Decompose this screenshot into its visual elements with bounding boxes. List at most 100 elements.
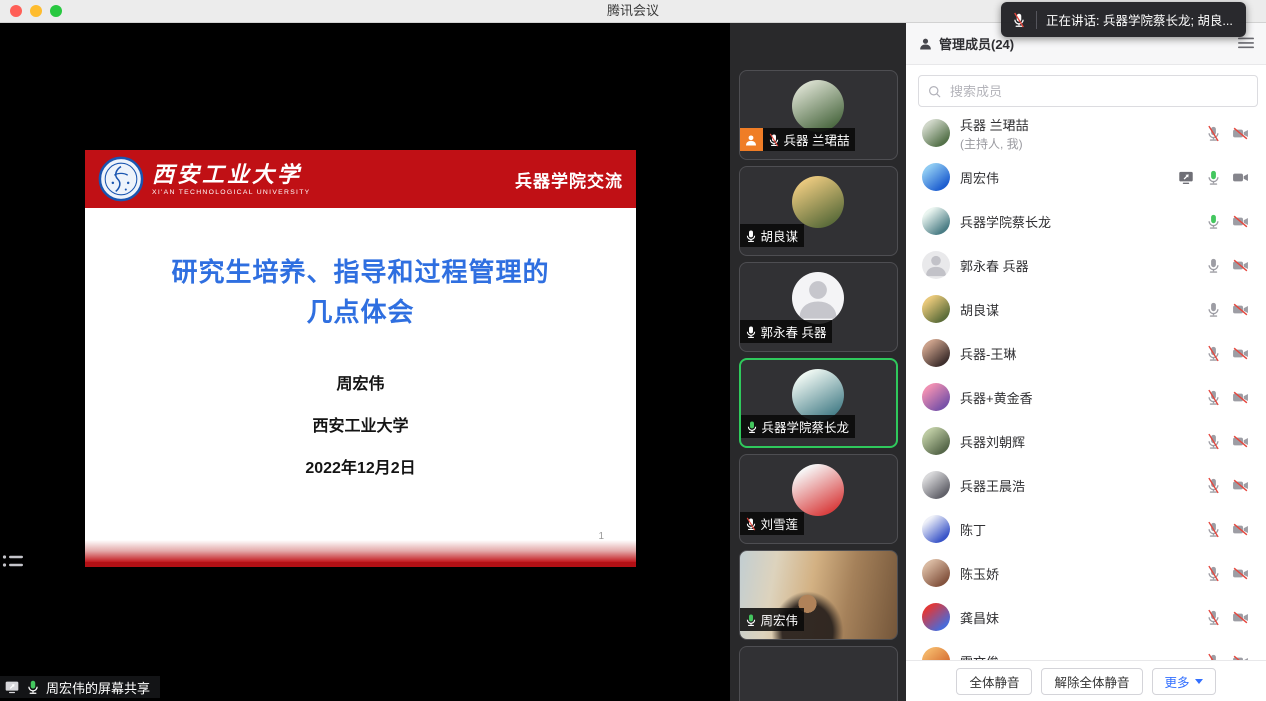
annotation-toolbar-icon[interactable] (2, 553, 28, 571)
video-tile[interactable]: 郭永春 兵器 (739, 262, 898, 352)
participant-row[interactable]: 胡良谋 (906, 287, 1266, 331)
tile-name-label: 兵器 兰珺喆 (763, 128, 856, 151)
avatar (792, 80, 844, 132)
slide-header-right: 兵器学院交流 (515, 167, 623, 192)
avatar (922, 119, 950, 147)
video-tile[interactable] (739, 646, 898, 701)
camera-off-icon[interactable] (1231, 653, 1250, 661)
video-tile[interactable]: 周宏伟 (739, 550, 898, 640)
tile-name-label: 兵器学院蔡长龙 (741, 415, 856, 438)
camera-off-icon[interactable] (1231, 433, 1250, 450)
avatar (922, 427, 950, 455)
mic-muted-icon[interactable] (1205, 653, 1222, 661)
mic-on-icon[interactable] (1205, 301, 1222, 318)
avatar (922, 559, 950, 587)
more-button[interactable]: 更多 (1152, 668, 1216, 695)
tile-participant-name: 周宏伟 (761, 610, 799, 629)
mic-muted-icon[interactable] (1205, 433, 1222, 450)
camera-off-icon[interactable] (1231, 565, 1250, 582)
tile-name-label: 胡良谋 (740, 224, 805, 247)
host-badge-icon (740, 128, 763, 151)
mic-muted-icon[interactable] (1205, 125, 1222, 142)
avatar (792, 369, 844, 421)
search-icon (927, 84, 942, 99)
participant-row[interactable]: 陈玉娇 (906, 551, 1266, 595)
speaking-toast-text: 正在讲话: 兵器学院蔡长龙; 胡良... (1046, 10, 1233, 29)
university-name-block: 西安工业大学 XI'AN TECHNOLOGICAL UNIVERSITY (152, 163, 311, 196)
participant-row[interactable]: 兵器+黄金香 (906, 375, 1266, 419)
camera-off-icon[interactable] (1231, 257, 1250, 274)
screen-sharing-icon (1176, 169, 1196, 186)
camera-off-icon[interactable] (1231, 301, 1250, 318)
participant-name: 兵器 兰珺喆 (960, 115, 1205, 134)
participant-row[interactable]: 兵器刘朝辉 (906, 419, 1266, 463)
video-tile[interactable]: 刘雪莲 (739, 454, 898, 544)
avatar (922, 207, 950, 235)
mic-muted-icon[interactable] (1205, 521, 1222, 538)
video-tile[interactable]: 兵器 兰珺喆 (739, 70, 898, 160)
default-avatar (922, 251, 950, 279)
mute-all-button[interactable]: 全体静音 (956, 668, 1032, 695)
participant-row[interactable]: 兵器王晨浩 (906, 463, 1266, 507)
avatar (792, 464, 844, 516)
search-box (918, 75, 1258, 107)
mic-speaking-icon[interactable] (1205, 169, 1222, 186)
participant-name: 霍文俊 (960, 652, 1205, 661)
camera-off-icon[interactable] (1231, 477, 1250, 494)
presentation-slide: 西安工业大学 XI'AN TECHNOLOGICAL UNIVERSITY 兵器… (85, 150, 636, 567)
camera-off-icon[interactable] (1231, 125, 1250, 142)
slide-affiliation: 西安工业大学 (85, 412, 636, 436)
participant-name: 郭永春 兵器 (960, 256, 1205, 275)
avatar (922, 163, 950, 191)
camera-off-icon[interactable] (1231, 345, 1250, 362)
university-name-en: XI'AN TECHNOLOGICAL UNIVERSITY (152, 189, 311, 196)
tile-participant-name: 兵器学院蔡长龙 (762, 417, 850, 436)
slide-author: 周宏伟 (85, 370, 636, 394)
participant-row[interactable]: 龚昌妹 (906, 595, 1266, 639)
mic-muted-icon[interactable] (1205, 477, 1222, 494)
participant-row[interactable]: 周宏伟 (906, 155, 1266, 199)
mic-speaking-icon[interactable] (1205, 213, 1222, 230)
avatar (922, 339, 950, 367)
camera-off-icon[interactable] (1231, 213, 1250, 230)
tile-participant-name: 刘雪莲 (761, 514, 799, 533)
participant-row[interactable]: 兵器 兰珺喆(主持人, 我) (906, 111, 1266, 155)
unmute-all-button[interactable]: 解除全体静音 (1041, 668, 1142, 695)
camera-off-icon[interactable] (1231, 389, 1250, 406)
mic-muted-icon[interactable] (1205, 389, 1222, 406)
avatar (922, 515, 950, 543)
video-tile[interactable]: 胡良谋 (739, 166, 898, 256)
person-icon (918, 36, 933, 51)
mic-on-icon (744, 325, 758, 339)
university-name-cn: 西安工业大学 (152, 163, 311, 187)
search-input[interactable] (948, 83, 1249, 100)
participant-row[interactable]: 兵器-王琳 (906, 331, 1266, 375)
participant-name: 兵器+黄金香 (960, 388, 1205, 407)
camera-off-icon[interactable] (1231, 609, 1250, 626)
participant-row[interactable]: 郭永春 兵器 (906, 243, 1266, 287)
panel-menu-icon[interactable] (1238, 36, 1254, 50)
participants-panel: 管理成员(24) 兵器 兰珺喆(主持人, 我) 周宏伟兵器学院蔡长龙郭永春 兵器胡… (906, 22, 1266, 701)
mic-muted-icon[interactable] (1205, 345, 1222, 362)
participant-name: 周宏伟 (960, 168, 1176, 187)
participant-name: 兵器学院蔡长龙 (960, 212, 1205, 231)
mic-muted-icon[interactable] (1205, 565, 1222, 582)
camera-off-icon[interactable] (1231, 521, 1250, 538)
mic-muted-icon[interactable] (1205, 609, 1222, 626)
participant-row[interactable]: 陈丁 (906, 507, 1266, 551)
avatar (922, 471, 950, 499)
panel-title: 管理成员(24) (939, 34, 1014, 53)
video-tile[interactable]: 兵器学院蔡长龙 (739, 358, 898, 448)
tile-participant-name: 兵器 兰珺喆 (784, 130, 850, 149)
mic-on-icon[interactable] (1205, 257, 1222, 274)
participant-row[interactable]: 霍文俊 (906, 639, 1266, 660)
avatar (922, 295, 950, 323)
participant-row[interactable]: 兵器学院蔡长龙 (906, 199, 1266, 243)
toast-divider (1036, 11, 1037, 29)
participant-role: (主持人, 我) (960, 135, 1205, 152)
slide-footer-gradient (85, 540, 636, 562)
share-area: 西安工业大学 XI'AN TECHNOLOGICAL UNIVERSITY 兵器… (0, 22, 730, 701)
tile-participant-name: 胡良谋 (761, 226, 799, 245)
participant-list: 兵器 兰珺喆(主持人, 我)周宏伟兵器学院蔡长龙郭永春 兵器胡良谋兵器-王琳兵器… (906, 111, 1266, 660)
camera-on-icon[interactable] (1231, 169, 1250, 186)
